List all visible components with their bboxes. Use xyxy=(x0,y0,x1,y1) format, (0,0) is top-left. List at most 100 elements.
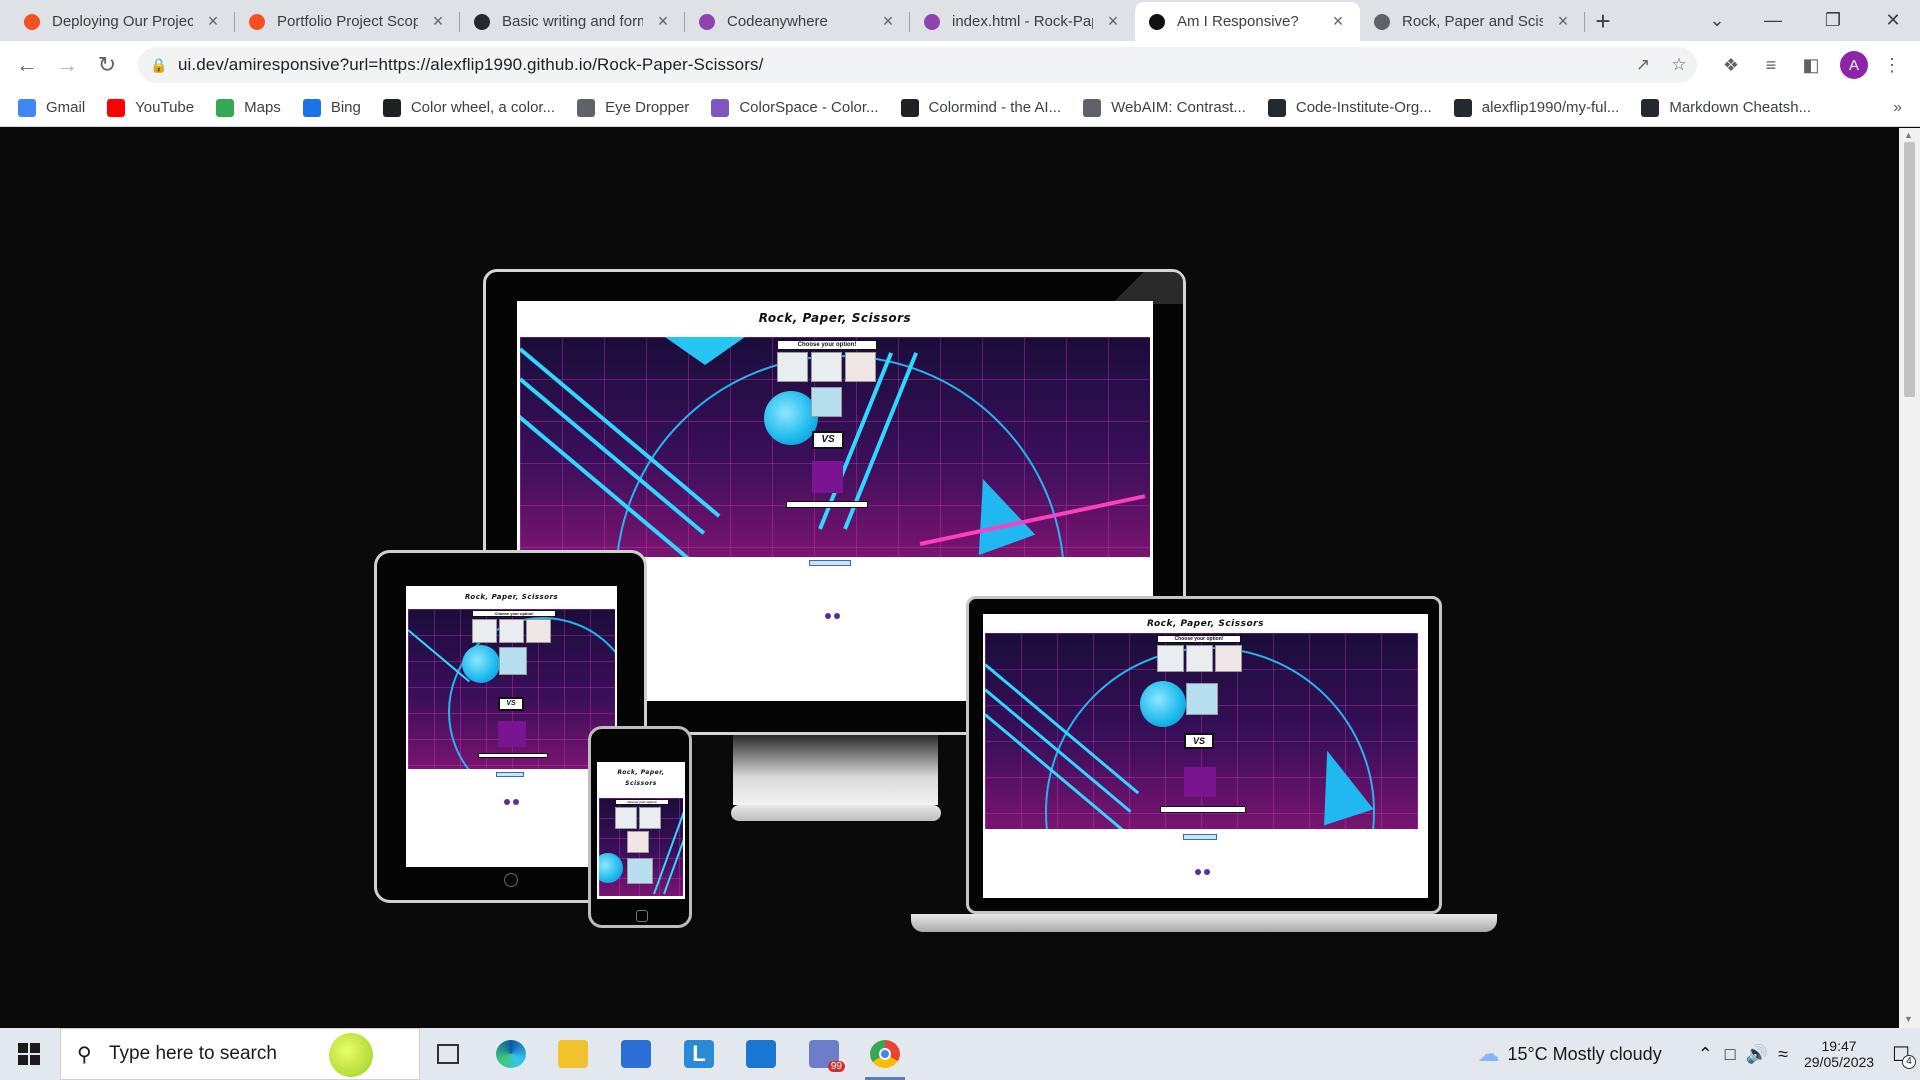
chrome-icon[interactable] xyxy=(870,1040,900,1068)
url-text[interactable]: ui.dev/amiresponsive?url=https://alexfli… xyxy=(178,55,763,75)
paper-option-button[interactable] xyxy=(811,352,842,382)
github-icon xyxy=(1453,98,1472,117)
reload-button[interactable]: ↻ xyxy=(92,50,122,80)
scroll-down-icon[interactable]: ▼ xyxy=(1904,1014,1913,1024)
task-view-icon[interactable] xyxy=(437,1044,459,1064)
microsoft-store-icon[interactable] xyxy=(621,1040,651,1068)
show-hidden-icons-chevron-icon[interactable]: ⌃ xyxy=(1698,1044,1713,1065)
bookmark-7[interactable]: ColorSpace - Color... xyxy=(711,98,879,117)
clock-date: 29/05/2023 xyxy=(1803,1054,1875,1070)
edge-browser-icon[interactable] xyxy=(496,1040,526,1068)
file-explorer-icon[interactable] xyxy=(558,1040,588,1068)
page-scrollbar[interactable]: ▲ ▼ xyxy=(1899,128,1920,1028)
profile-avatar[interactable]: A xyxy=(1840,51,1868,79)
tab-search-chevron-icon[interactable]: ⌄ xyxy=(1690,0,1744,41)
new-tab-button[interactable]: + xyxy=(1585,2,1621,41)
tab-close-icon[interactable]: × xyxy=(1555,11,1571,32)
tab-title: Basic writing and form xyxy=(502,13,643,30)
scroll-thumb[interactable] xyxy=(1904,142,1915,397)
bookmark-9[interactable]: WebAIM: Contrast... xyxy=(1083,98,1246,117)
tablet-game-background: Choose your option! VS xyxy=(408,609,615,769)
vs-label: VS xyxy=(812,431,844,449)
tab-close-icon[interactable]: × xyxy=(880,11,896,32)
facebook-icon[interactable] xyxy=(825,613,831,619)
phone-choose-label: Choose your option! xyxy=(615,799,669,805)
tab-close-icon[interactable]: × xyxy=(205,11,221,32)
volume-icon[interactable]: 🔊 xyxy=(1746,1044,1768,1065)
tab-1[interactable]: Deploying Our Project × xyxy=(10,2,235,41)
bookmark-star-icon[interactable]: ☆ xyxy=(1668,54,1690,76)
meet-now-icon[interactable]: □ xyxy=(1725,1044,1736,1065)
close-window-button[interactable]: ✕ xyxy=(1866,0,1920,41)
tab-close-icon[interactable]: × xyxy=(430,11,446,32)
back-button[interactable]: ← xyxy=(12,50,42,80)
phone-game-background: Choose your option! xyxy=(599,798,683,896)
bookmark-6[interactable]: Eye Dropper xyxy=(577,98,690,117)
l-app-icon[interactable]: L xyxy=(684,1040,714,1068)
forward-button[interactable]: → xyxy=(52,50,82,80)
bookmark-label: ColorSpace - Color... xyxy=(739,99,879,116)
tab-close-icon[interactable]: × xyxy=(1330,11,1346,32)
game-app-icon[interactable]: 99 xyxy=(809,1040,845,1072)
bookmark-12[interactable]: Markdown Cheatsh... xyxy=(1641,98,1811,117)
tab-2[interactable]: Portfolio Project Scope × xyxy=(235,2,460,41)
bookmark-8[interactable]: Colormind - the AI... xyxy=(900,98,1061,117)
bookmark-label: Eye Dropper xyxy=(605,99,690,116)
laptop-restart-button[interactable] xyxy=(1183,834,1217,840)
phone-game-title: Rock, Paper, Scissors xyxy=(597,767,685,789)
mail-icon[interactable] xyxy=(746,1040,776,1068)
tab-6[interactable]: Am I Responsive? × xyxy=(1135,2,1360,41)
tab-close-icon[interactable]: × xyxy=(1105,11,1121,32)
canva-icon xyxy=(382,98,401,117)
tab-title: Am I Responsive? xyxy=(1177,13,1299,30)
reading-list-icon[interactable]: ≡ xyxy=(1759,53,1783,77)
bookmark-1[interactable]: Gmail xyxy=(18,98,85,117)
taskbar-search-box[interactable]: ⚲ Type here to search xyxy=(60,1028,420,1080)
bookmark-5[interactable]: Color wheel, a color... xyxy=(382,98,555,117)
phone-title-line1: Rock, Paper, xyxy=(617,769,665,776)
game-title: Rock, Paper, Scissors xyxy=(758,311,912,325)
scroll-up-icon[interactable]: ▲ xyxy=(1904,130,1913,140)
tab-3[interactable]: Basic writing and form × xyxy=(460,2,685,41)
clock[interactable]: 19:47 29/05/2023 xyxy=(1804,1038,1874,1070)
laptop-base xyxy=(911,914,1497,932)
tab-close-icon[interactable]: × xyxy=(655,11,671,32)
player-choice-box xyxy=(811,387,842,417)
tab-7[interactable]: Rock, Paper and Sciss × xyxy=(1360,2,1585,41)
rock-option-button[interactable] xyxy=(777,352,808,382)
twitter-icon[interactable] xyxy=(834,613,840,619)
extensions-icon[interactable]: ❖ xyxy=(1719,53,1743,77)
bookmark-label: Maps xyxy=(244,99,281,116)
system-tray: ☁ 15°C Mostly cloudy ⌃ □ 🔊 ≈ 19:47 29/05… xyxy=(1477,1028,1916,1080)
browser-toolbar: ← → ↻ 🔒 ui.dev/amiresponsive?url=https:/… xyxy=(0,41,1920,89)
notifications-icon[interactable]: ☐ 4 xyxy=(1892,1042,1916,1069)
menu-kebab-icon[interactable]: ⋮ xyxy=(1880,53,1904,77)
minimize-button[interactable]: — xyxy=(1746,0,1800,41)
laptop-game-title: Rock, Paper, Scissors xyxy=(1147,619,1264,629)
bookmarks-overflow-icon[interactable]: » xyxy=(1893,99,1902,117)
bookmark-label: alexflip1990/my-ful... xyxy=(1481,99,1620,116)
bookmark-11[interactable]: alexflip1990/my-ful... xyxy=(1453,98,1620,117)
weather-text[interactable]: 15°C Mostly cloudy xyxy=(1507,1044,1661,1065)
bookmark-4[interactable]: Bing xyxy=(302,98,361,117)
bookmark-10[interactable]: Code-Institute-Org... xyxy=(1267,98,1432,117)
side-panel-icon[interactable]: ◧ xyxy=(1799,53,1823,77)
share-icon[interactable]: ↗ xyxy=(1632,54,1654,76)
tab-5[interactable]: index.html - Rock-Pap × xyxy=(910,2,1135,41)
choose-option-label: Choose your option! xyxy=(777,340,877,350)
bookmark-3[interactable]: Maps xyxy=(216,98,281,117)
restart-button[interactable] xyxy=(809,560,851,566)
weather-cloud-icon[interactable]: ☁ xyxy=(1477,1041,1499,1067)
tennis-ball-icon[interactable] xyxy=(329,1033,373,1077)
bookmark-2[interactable]: YouTube xyxy=(107,98,194,117)
tab-4[interactable]: Codeanywhere × xyxy=(685,2,910,41)
windows-taskbar: ⚲ Type here to search L 99 ☁ 15°C Mostly… xyxy=(0,1028,1920,1080)
page-viewport: Rock, Paper, Scissors Choose your option… xyxy=(0,128,1899,1028)
windows-start-icon[interactable] xyxy=(18,1043,40,1065)
colormind-icon xyxy=(900,98,919,117)
scissors-option-button[interactable] xyxy=(845,352,876,382)
restore-button[interactable]: ❐ xyxy=(1806,0,1860,41)
wifi-icon[interactable]: ≈ xyxy=(1778,1044,1788,1065)
lock-icon[interactable]: 🔒 xyxy=(148,54,170,76)
address-bar[interactable]: 🔒 ui.dev/amiresponsive?url=https://alexf… xyxy=(138,47,1697,83)
